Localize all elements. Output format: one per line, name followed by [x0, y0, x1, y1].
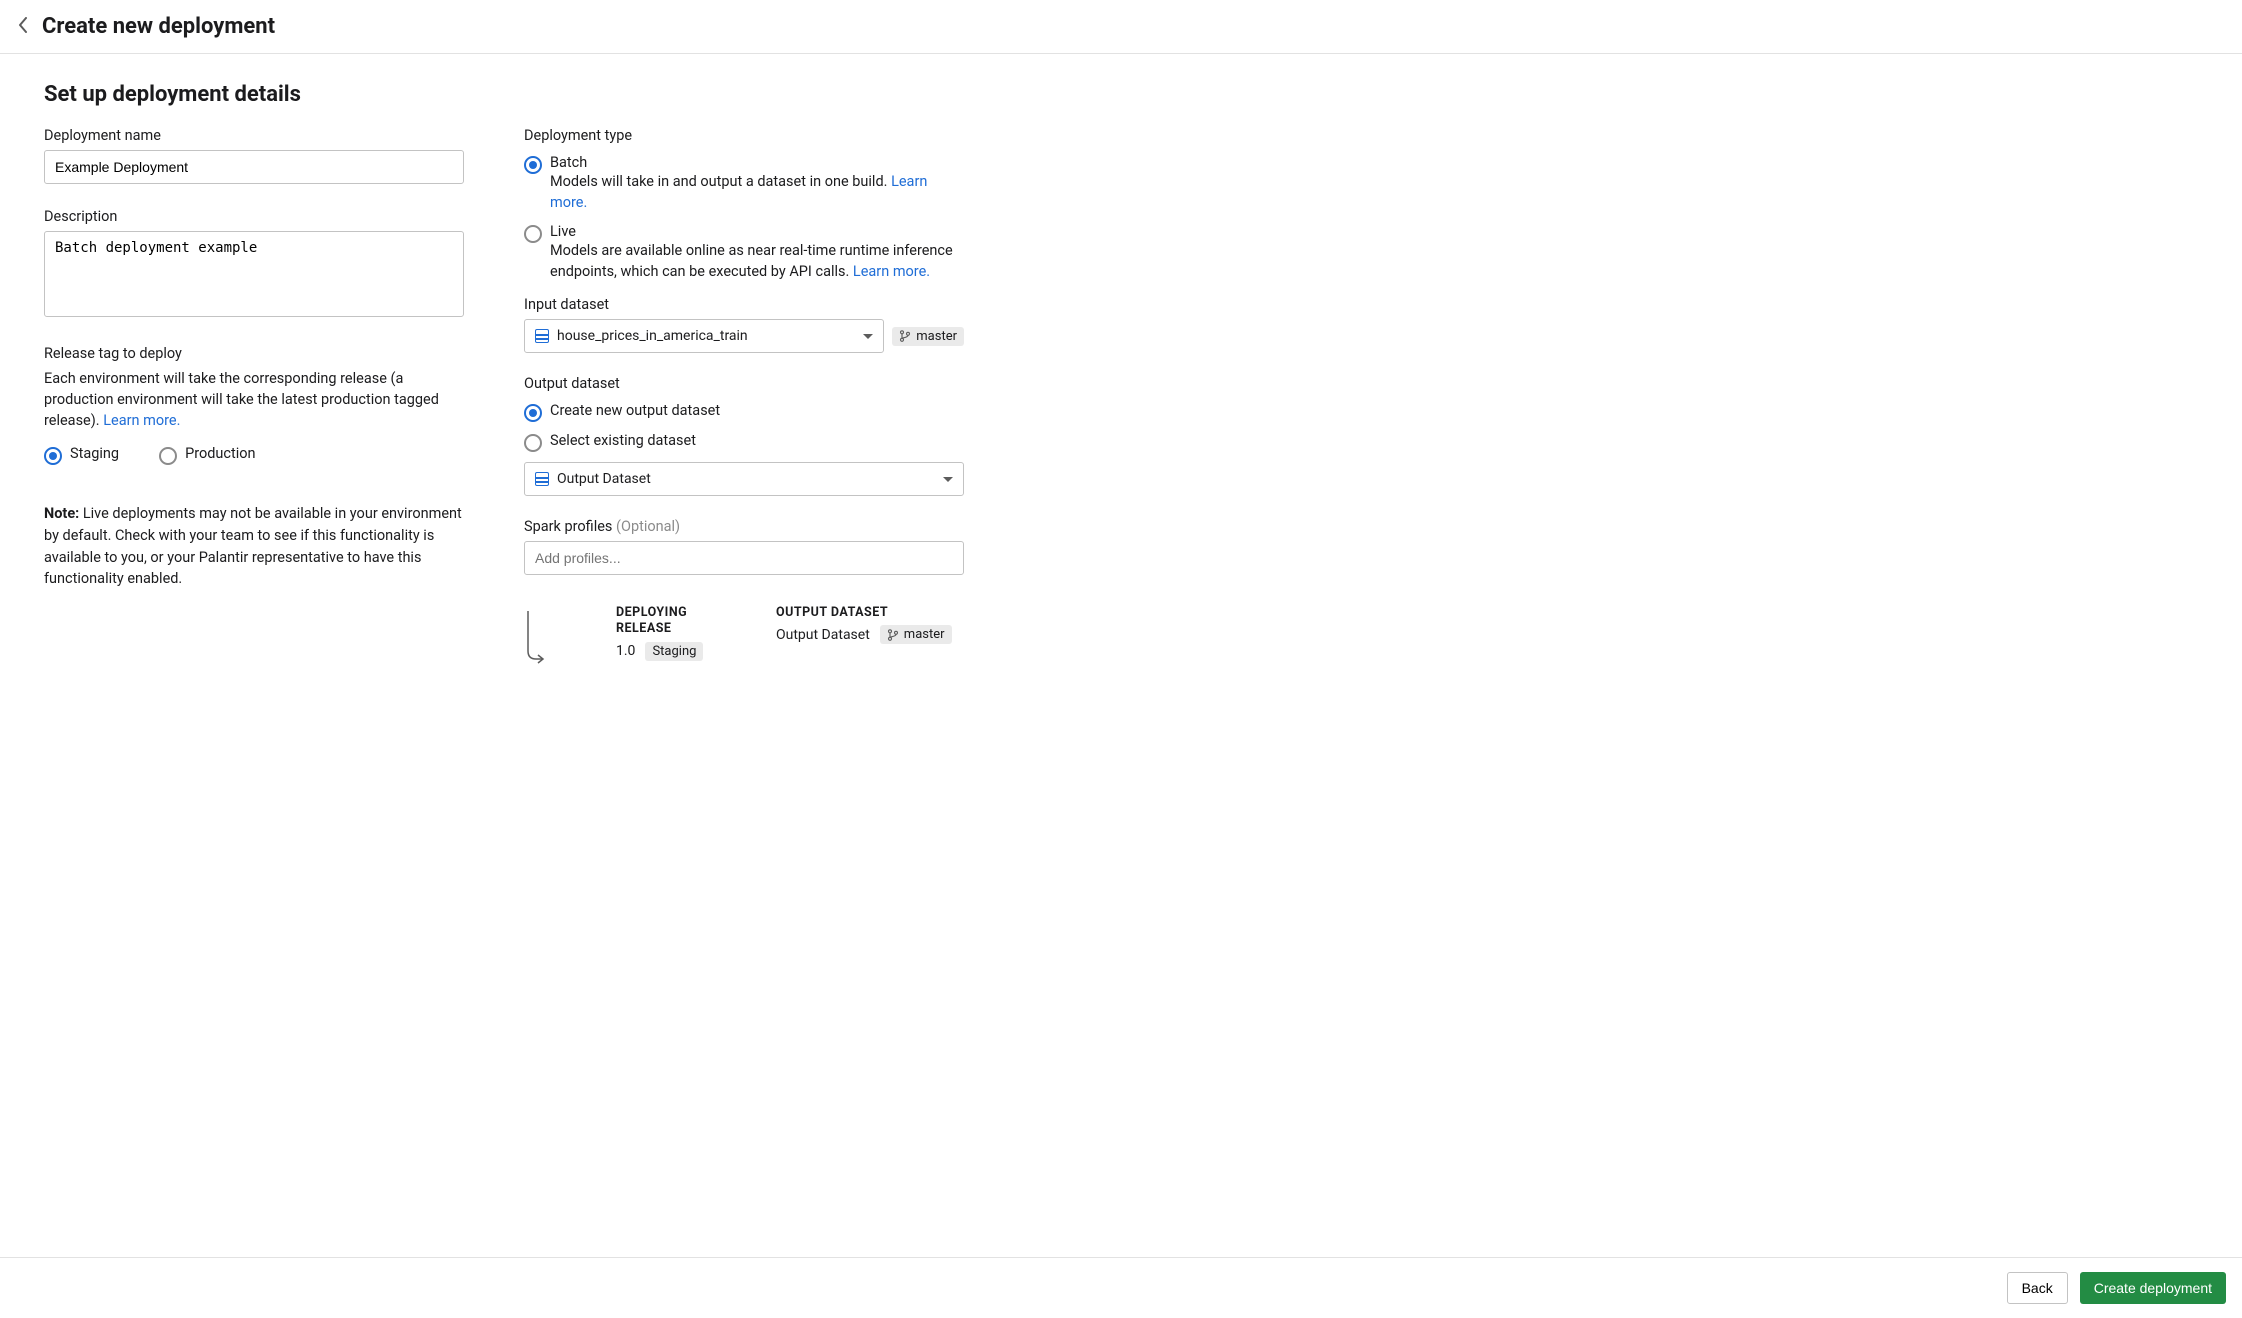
dataset-icon: [535, 472, 549, 486]
chevron-down-icon: [863, 334, 873, 339]
output-dataset-value: Output Dataset: [557, 471, 935, 487]
spark-optional-text: (Optional): [616, 518, 680, 535]
select-existing-label: Select existing dataset: [550, 432, 696, 449]
create-deployment-button[interactable]: Create deployment: [2080, 1272, 2226, 1304]
content-area: Set up deployment details Deployment nam…: [0, 54, 2242, 1257]
create-new-output-label: Create new output dataset: [550, 402, 720, 419]
output-dataset-heading: OUTPUT DATASET: [776, 605, 952, 621]
deployment-name-input[interactable]: [44, 150, 464, 184]
input-dataset-label: Input dataset: [524, 296, 964, 313]
live-note: Note: Live deployments may not be availa…: [44, 503, 464, 590]
summary-row: DEPLOYING RELEASE 1.0 Staging OUTPUT DAT…: [524, 605, 964, 671]
deploying-release-heading: DEPLOYING RELEASE: [616, 605, 706, 638]
output-branch-pill: master: [880, 625, 952, 644]
back-icon[interactable]: [18, 17, 28, 37]
deploying-release-block: DEPLOYING RELEASE 1.0 Staging: [616, 605, 706, 661]
select-existing-radio[interactable]: [524, 434, 542, 452]
spark-profiles-input[interactable]: [524, 541, 964, 575]
release-tag-pill: Staging: [645, 642, 703, 661]
deploy-arrow-icon: [524, 605, 546, 671]
section-title: Set up deployment details: [44, 82, 2198, 107]
batch-desc: Models will take in and output a dataset…: [550, 171, 964, 213]
branch-icon: [899, 330, 911, 342]
spark-profiles-label: Spark profiles (Optional): [524, 518, 964, 535]
description-textarea[interactable]: [44, 231, 464, 317]
left-column: Deployment name Description Release tag …: [44, 127, 464, 671]
output-dataset-label: Output dataset: [524, 375, 964, 392]
input-branch-pill: master: [892, 327, 964, 346]
live-desc: Models are available online as near real…: [550, 240, 964, 282]
output-dataset-block: OUTPUT DATASET Output Dataset master: [776, 605, 952, 644]
deployment-name-label: Deployment name: [44, 127, 464, 144]
production-radio[interactable]: [159, 447, 177, 465]
select-existing-row[interactable]: Select existing dataset: [524, 432, 964, 452]
input-branch-text: master: [916, 329, 957, 344]
note-bold: Note:: [44, 505, 79, 522]
input-dataset-value: house_prices_in_america_train: [557, 328, 855, 344]
live-radio[interactable]: [524, 225, 542, 243]
description-label: Description: [44, 208, 464, 225]
batch-radio-row[interactable]: Batch Models will take in and output a d…: [524, 154, 964, 213]
production-radio-row[interactable]: Production: [159, 445, 256, 465]
chevron-down-icon: [943, 477, 953, 482]
dataset-icon: [535, 329, 549, 343]
output-dataset-name: Output Dataset: [776, 627, 870, 643]
note-text: Live deployments may not be available in…: [44, 505, 462, 587]
staging-radio-row[interactable]: Staging: [44, 445, 119, 465]
staging-radio[interactable]: [44, 447, 62, 465]
staging-radio-label: Staging: [70, 445, 119, 462]
release-version: 1.0: [616, 643, 635, 659]
create-new-output-row[interactable]: Create new output dataset: [524, 402, 964, 422]
page-header: Create new deployment: [0, 0, 2242, 54]
live-learn-more-link[interactable]: Learn more.: [853, 263, 930, 280]
live-radio-row[interactable]: Live Models are available online as near…: [524, 223, 964, 282]
batch-desc-text: Models will take in and output a dataset…: [550, 173, 887, 190]
back-button[interactable]: Back: [2007, 1272, 2068, 1304]
footer: Back Create deployment: [0, 1257, 2242, 1318]
live-radio-label: Live: [550, 223, 964, 240]
deployment-type-label: Deployment type: [524, 127, 964, 144]
page-title: Create new deployment: [42, 14, 275, 39]
right-column: Deployment type Batch Models will take i…: [524, 127, 964, 671]
branch-icon: [887, 629, 899, 641]
batch-radio[interactable]: [524, 156, 542, 174]
production-radio-label: Production: [185, 445, 256, 462]
release-tag-label: Release tag to deploy: [44, 345, 464, 362]
output-dataset-select[interactable]: Output Dataset: [524, 462, 964, 496]
release-tag-help: Each environment will take the correspon…: [44, 368, 464, 431]
release-learn-more-link[interactable]: Learn more.: [103, 412, 180, 429]
create-new-output-radio[interactable]: [524, 404, 542, 422]
input-dataset-select[interactable]: house_prices_in_america_train: [524, 319, 884, 353]
batch-radio-label: Batch: [550, 154, 964, 171]
output-branch-text: master: [904, 627, 945, 642]
spark-label-text: Spark profiles: [524, 518, 616, 535]
